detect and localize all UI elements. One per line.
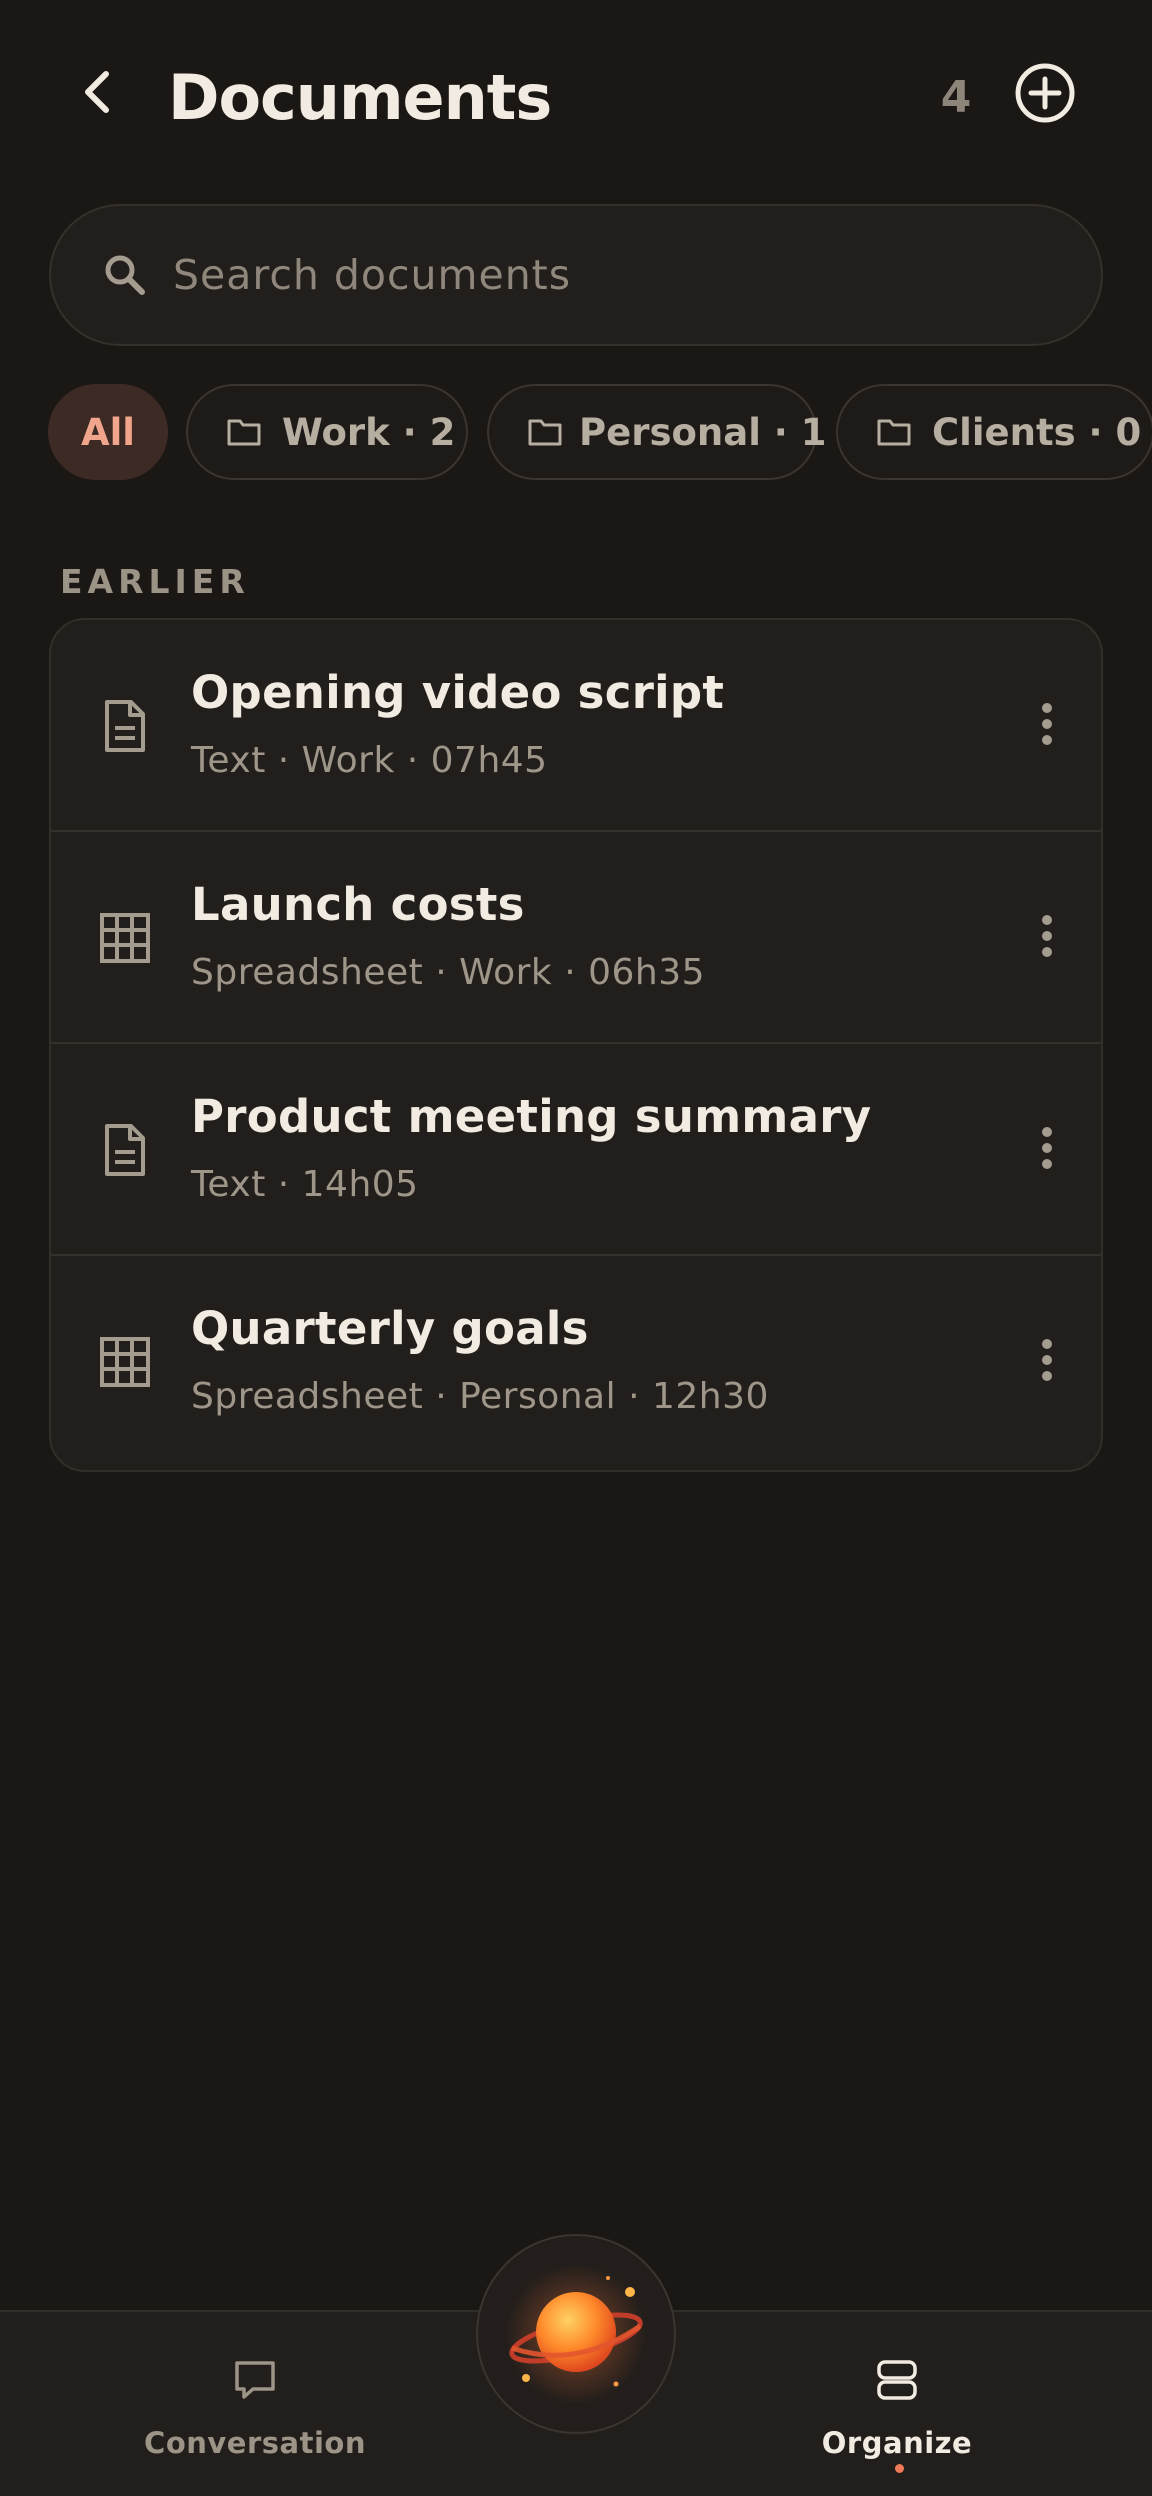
search-icon xyxy=(97,247,153,303)
add-document-button[interactable] xyxy=(1008,58,1082,132)
filter-chip-label: Personal · 1 xyxy=(579,410,827,454)
filter-chips: All Work · 2 Personal · 1 Clients · 0 xyxy=(48,384,1152,480)
spreadsheet-icon xyxy=(95,906,155,970)
more-vertical-icon xyxy=(1041,914,1053,962)
document-row[interactable]: Quarterly goals Spreadsheet · Personal ·… xyxy=(51,1256,1101,1468)
header: Documents 4 xyxy=(0,0,1152,196)
nav-label: Conversation xyxy=(144,2426,366,2460)
filter-chip-work[interactable]: Work · 2 xyxy=(186,384,468,480)
documents-screen: Documents 4 All xyxy=(0,0,1152,2496)
organize-icon xyxy=(747,2352,1047,2408)
back-button[interactable] xyxy=(62,58,134,130)
more-options-button[interactable] xyxy=(1007,1320,1087,1404)
folder-icon xyxy=(527,412,563,452)
filter-chip-label: Clients · 0 xyxy=(932,410,1142,454)
search-input[interactable] xyxy=(173,251,1101,299)
nav-conversation[interactable]: Conversation xyxy=(105,2352,405,2472)
filter-chip-label: All xyxy=(80,410,135,454)
spreadsheet-icon xyxy=(95,1330,155,1394)
plus-circle-icon xyxy=(1013,61,1077,129)
document-row[interactable]: Launch costs Spreadsheet · Work · 06h35 xyxy=(51,832,1101,1044)
filter-chip-clients[interactable]: Clients · 0 xyxy=(836,384,1152,480)
filter-chip-all[interactable]: All xyxy=(48,384,168,480)
document-meta: Spreadsheet · Personal · 12h30 xyxy=(191,1376,769,1417)
more-options-button[interactable] xyxy=(1007,684,1087,768)
text-document-icon xyxy=(95,1118,155,1182)
page-title: Documents xyxy=(168,61,552,134)
folder-icon xyxy=(876,412,916,452)
document-row[interactable]: Opening video script Text · Work · 07h45 xyxy=(51,620,1101,832)
more-vertical-icon xyxy=(1041,1126,1053,1174)
document-count: 4 xyxy=(940,72,972,123)
active-indicator-dot xyxy=(895,2464,904,2473)
more-vertical-icon xyxy=(1041,1338,1053,1386)
more-options-button[interactable] xyxy=(1007,1108,1087,1192)
filter-chip-label: Work · 2 xyxy=(282,410,456,454)
document-title: Product meeting summary xyxy=(191,1090,872,1143)
document-meta: Spreadsheet · Work · 06h35 xyxy=(191,952,706,993)
document-row[interactable]: Product meeting summary Text · 14h05 xyxy=(51,1044,1101,1256)
chat-bubble-icon xyxy=(105,2352,405,2408)
document-list: Opening video script Text · Work · 07h45… xyxy=(49,618,1103,1472)
document-meta: Text · Work · 07h45 xyxy=(191,740,548,781)
nav-label: Organize xyxy=(821,2426,973,2460)
more-options-button[interactable] xyxy=(1007,896,1087,980)
document-title: Launch costs xyxy=(191,878,525,931)
folder-icon xyxy=(226,412,266,452)
document-title: Opening video script xyxy=(191,666,725,719)
planet-icon xyxy=(496,2252,656,2416)
more-vertical-icon xyxy=(1041,702,1053,750)
nav-organize[interactable]: Organize xyxy=(747,2352,1047,2472)
section-label-earlier: EARLIER xyxy=(60,562,250,601)
chevron-left-icon xyxy=(78,68,118,120)
document-meta: Text · 14h05 xyxy=(191,1164,419,1205)
filter-chip-personal[interactable]: Personal · 1 xyxy=(487,384,826,480)
text-document-icon xyxy=(95,694,155,758)
document-title: Quarterly goals xyxy=(191,1302,589,1355)
assistant-orb-button[interactable] xyxy=(476,2234,676,2434)
search-bar[interactable] xyxy=(49,204,1103,346)
